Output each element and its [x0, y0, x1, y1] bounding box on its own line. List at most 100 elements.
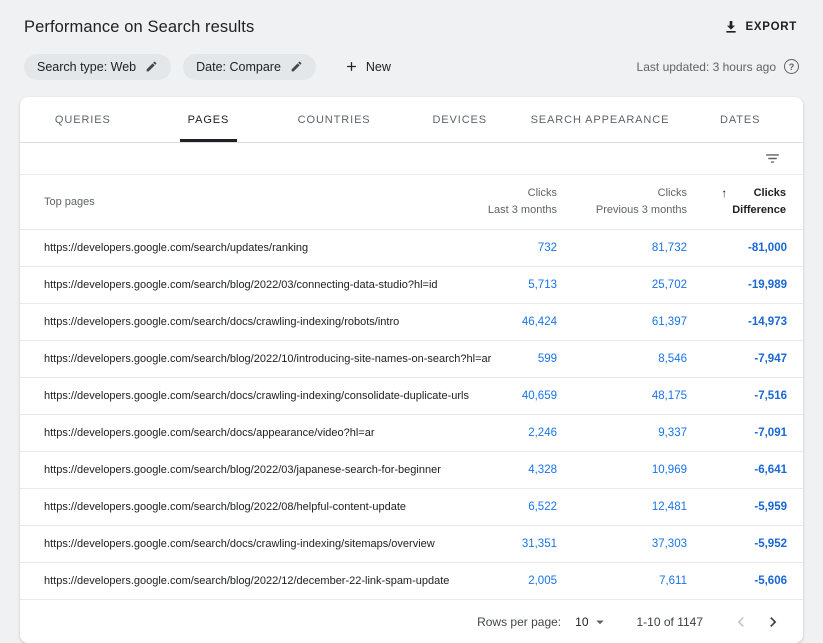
rows-per-page-select[interactable]: 10 [575, 613, 608, 631]
pagination-range: 1-10 of 1147 [637, 615, 704, 629]
clicks-difference-value: -19,989 [688, 267, 803, 304]
column-header-top-pages[interactable]: Top pages [20, 175, 468, 230]
plus-icon [344, 59, 359, 74]
page-url[interactable]: https://developers.google.com/search/blo… [20, 267, 468, 304]
clicks-previous-3-months-value: 9,337 [558, 415, 688, 452]
date-compare-chip[interactable]: Date: Compare [183, 54, 316, 80]
tab-label: DEVICES [424, 97, 495, 142]
clicks-previous-3-months-value: 12,481 [558, 489, 688, 526]
page-url[interactable]: https://developers.google.com/search/upd… [20, 230, 468, 267]
table-row[interactable]: https://developers.google.com/search/doc… [20, 526, 803, 563]
clicks-last-3-months-value: 4,328 [468, 452, 558, 489]
help-icon[interactable]: ? [784, 59, 799, 74]
clicks-difference-value: -7,947 [688, 341, 803, 378]
clicks-previous-3-months-value: 10,969 [558, 452, 688, 489]
rows-per-page-label: Rows per page: [477, 615, 561, 629]
table-toolbar [20, 143, 803, 175]
previous-page-button[interactable] [725, 608, 757, 636]
tab-label: COUNTRIES [290, 97, 379, 142]
clicks-previous-3-months-value: 8,546 [558, 341, 688, 378]
filter-bar: Search type: Web Date: Compare New Last … [0, 49, 823, 80]
column-header-clicks-previous-3-months[interactable]: Clicks Previous 3 months [558, 175, 688, 230]
clicks-last-3-months-value: 732 [468, 230, 558, 267]
tab-search-appearance[interactable]: SEARCH APPEARANCE [523, 97, 678, 142]
dropdown-caret-icon [591, 613, 609, 631]
clicks-difference-value: -7,091 [688, 415, 803, 452]
table-row[interactable]: https://developers.google.com/search/blo… [20, 267, 803, 304]
table-header-row: Top pages Clicks Last 3 months Clicks Pr… [20, 175, 803, 230]
tab-devices[interactable]: DEVICES [397, 97, 523, 142]
clicks-last-3-months-value: 2,246 [468, 415, 558, 452]
last-updated: Last updated: 3 hours ago ? [637, 59, 799, 74]
table-row[interactable]: https://developers.google.com/search/doc… [20, 415, 803, 452]
table-row[interactable]: https://developers.google.com/search/doc… [20, 304, 803, 341]
tabs: QUERIES PAGES COUNTRIES DEVICES SEARCH APPEA… [20, 97, 803, 143]
date-compare-chip-label: Date: Compare [196, 60, 281, 74]
pagination-bar: Rows per page: 10 1-10 of 1147 [20, 599, 803, 643]
page-url[interactable]: https://developers.google.com/search/blo… [20, 341, 468, 378]
page-url[interactable]: https://developers.google.com/search/doc… [20, 415, 468, 452]
pages-table: Top pages Clicks Last 3 months Clicks Pr… [20, 175, 803, 599]
page-url[interactable]: https://developers.google.com/search/doc… [20, 526, 468, 563]
chevron-left-icon [731, 612, 751, 632]
page-url[interactable]: https://developers.google.com/search/doc… [20, 378, 468, 415]
page-url[interactable]: https://developers.google.com/search/blo… [20, 489, 468, 526]
page-url[interactable]: https://developers.google.com/search/doc… [20, 304, 468, 341]
column-header-clicks-difference[interactable]: ↑ Clicks Difference [688, 175, 803, 230]
filter-button[interactable] [760, 148, 785, 169]
export-button[interactable]: EXPORT [721, 15, 800, 39]
table-row[interactable]: https://developers.google.com/search/blo… [20, 452, 803, 489]
clicks-last-3-months-value: 40,659 [468, 378, 558, 415]
clicks-previous-3-months-value: 48,175 [558, 378, 688, 415]
column-header-line2: Previous 3 months [559, 202, 687, 219]
clicks-previous-3-months-value: 37,303 [558, 526, 688, 563]
new-filter-button[interactable]: New [336, 53, 399, 80]
search-type-chip[interactable]: Search type: Web [24, 54, 171, 80]
column-header-clicks-last-3-months[interactable]: Clicks Last 3 months [468, 175, 558, 230]
sort-ascending-icon: ↑ [721, 186, 727, 200]
tab-countries[interactable]: COUNTRIES [271, 97, 397, 142]
export-label: EXPORT [746, 21, 798, 33]
clicks-previous-3-months-value: 25,702 [558, 267, 688, 304]
clicks-last-3-months-value: 31,351 [468, 526, 558, 563]
edit-icon [145, 60, 158, 73]
tab-label: DATES [712, 97, 768, 142]
table-row[interactable]: https://developers.google.com/search/blo… [20, 341, 803, 378]
filter-list-icon [764, 150, 781, 167]
new-label: New [366, 60, 391, 74]
table-wrap: Top pages Clicks Last 3 months Clicks Pr… [20, 175, 803, 599]
column-header-line1: Clicks [469, 185, 557, 202]
table-row[interactable]: https://developers.google.com/search/blo… [20, 489, 803, 526]
table-row[interactable]: https://developers.google.com/search/blo… [20, 563, 803, 600]
clicks-difference-value: -81,000 [688, 230, 803, 267]
report-card: QUERIES PAGES COUNTRIES DEVICES SEARCH APPEA… [20, 97, 803, 643]
next-page-button[interactable] [757, 608, 789, 636]
page-url[interactable]: https://developers.google.com/search/blo… [20, 452, 468, 489]
tab-label: PAGES [180, 97, 238, 142]
page-url[interactable]: https://developers.google.com/search/blo… [20, 563, 468, 600]
tab-pages[interactable]: PAGES [146, 97, 272, 142]
table-row[interactable]: https://developers.google.com/search/doc… [20, 378, 803, 415]
table-row[interactable]: https://developers.google.com/search/upd… [20, 230, 803, 267]
chevron-right-icon [763, 612, 783, 632]
clicks-difference-value: -5,606 [688, 563, 803, 600]
tab-dates[interactable]: DATES [677, 97, 803, 142]
clicks-difference-value: -5,959 [688, 489, 803, 526]
column-header-line1: Clicks [559, 185, 687, 202]
clicks-difference-value: -6,641 [688, 452, 803, 489]
edit-icon [290, 60, 303, 73]
rows-per-page-value: 10 [575, 615, 588, 629]
clicks-previous-3-months-value: 61,397 [558, 304, 688, 341]
tab-queries[interactable]: QUERIES [20, 97, 146, 142]
performance-page: Performance on Search results EXPORT Sea… [0, 0, 823, 643]
column-header-line1: Clicks [732, 185, 786, 202]
last-updated-text: Last updated: 3 hours ago [637, 60, 776, 74]
column-header-line2: Last 3 months [469, 202, 557, 219]
clicks-last-3-months-value: 5,713 [468, 267, 558, 304]
clicks-previous-3-months-value: 81,732 [558, 230, 688, 267]
page-title: Performance on Search results [24, 18, 254, 37]
clicks-last-3-months-value: 6,522 [468, 489, 558, 526]
clicks-last-3-months-value: 2,005 [468, 563, 558, 600]
clicks-difference-value: -14,973 [688, 304, 803, 341]
download-icon [723, 19, 739, 35]
